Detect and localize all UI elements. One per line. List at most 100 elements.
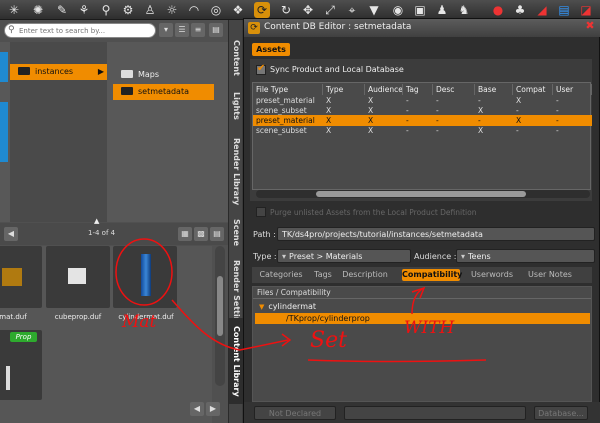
surface-icon[interactable]: ⌖ — [344, 2, 360, 18]
arrow-right-icon: ▶ — [97, 67, 104, 76]
prop-image — [6, 366, 10, 390]
pencil-icon[interactable]: ✎ — [54, 2, 70, 18]
color-icon[interactable]: ◪ — [578, 2, 594, 18]
tree-item-maps[interactable]: Maps — [113, 67, 214, 83]
scale-icon[interactable]: ⤢ — [322, 2, 338, 18]
prev-page-button[interactable]: ◀ — [4, 227, 18, 241]
arc-icon[interactable]: ◠ — [186, 2, 202, 18]
grid-horizontal-scrollbar[interactable] — [256, 190, 590, 198]
joint-icon[interactable]: ⚲ — [98, 2, 114, 18]
camera-icon[interactable]: ◎ — [208, 2, 224, 18]
dialog-title-bar[interactable]: ⟳ Content DB Editor : setmetadata ✖ — [244, 19, 600, 37]
tab-compatibility[interactable]: Compatibility — [402, 269, 462, 281]
view-mode-button[interactable]: ☰ — [175, 23, 189, 37]
sync-label: Sync Product and Local Database — [270, 65, 404, 74]
cylinder-image — [141, 254, 151, 296]
dialog-title: Content DB Editor : setmetadata — [264, 22, 412, 32]
column-header[interactable]: User — [553, 84, 592, 95]
record-icon[interactable]: ● — [490, 2, 506, 18]
scrollbar-knob[interactable] — [217, 276, 223, 336]
column-header[interactable]: Tag — [403, 84, 433, 95]
grid-view-button[interactable]: ▩ — [194, 227, 208, 241]
thumb-prev-button[interactable]: ◀ — [190, 402, 204, 416]
expand-triangle-icon[interactable]: ▼ — [259, 303, 264, 311]
search-options-icon[interactable]: ▾ — [159, 23, 173, 37]
column-header[interactable]: Audience — [365, 84, 403, 95]
path-field[interactable]: TK/ds4pro/projects/tutorial/instances/se… — [277, 227, 595, 241]
audience-dropdown[interactable]: ▾ Teens — [456, 249, 595, 263]
grid-size-button[interactable]: ▦ — [178, 227, 192, 241]
node2-icon[interactable]: ❖ — [230, 2, 246, 18]
thumbnail-cubeprop[interactable] — [46, 246, 110, 308]
rotate2-icon[interactable]: ↻ — [278, 2, 294, 18]
chevron-down-icon: ▾ — [461, 252, 466, 261]
tab-render-library[interactable]: Render Library — [229, 132, 243, 212]
grid-header: File Type Type Audience Tag Desc Base Co… — [253, 84, 592, 95]
search-icon: ⚲ — [8, 25, 15, 35]
sync-checkbox[interactable] — [256, 63, 266, 75]
figure-icon[interactable]: ♙ — [142, 2, 158, 18]
column-header[interactable]: Desc — [433, 84, 475, 95]
chevron-down-icon: ▾ — [282, 252, 287, 261]
cube-image — [2, 268, 22, 286]
selection-marker — [0, 102, 8, 162]
tab-assets[interactable]: Assets — [252, 43, 290, 56]
asset-grid: File Type Type Audience Tag Desc Base Co… — [252, 82, 592, 190]
compat-node-root[interactable]: ▼ cylindermat — [259, 302, 316, 312]
cube-icon[interactable]: ▣ — [412, 2, 428, 18]
tab-userwords[interactable]: Userwords — [466, 269, 518, 281]
table-cell: - — [516, 126, 519, 135]
pose2-icon[interactable]: ♞ — [456, 2, 472, 18]
tab-description[interactable]: Description — [340, 269, 390, 281]
node-icon[interactable]: ⚙ — [120, 2, 136, 18]
light-icon[interactable]: ☼ — [164, 2, 180, 18]
tab-content-library[interactable]: Content Library — [229, 318, 243, 404]
tab-categories[interactable]: Categories — [256, 269, 306, 281]
search-input[interactable] — [19, 25, 153, 36]
menu-button[interactable]: ▤ — [209, 23, 223, 37]
thumbnail-cylindermat[interactable] — [113, 246, 177, 308]
thumb-next-button[interactable]: ▶ — [206, 402, 220, 416]
type-dropdown[interactable]: ▾ Preset > Materials — [277, 249, 411, 263]
column-header[interactable]: Compat — [513, 84, 553, 95]
screen-icon[interactable]: ▤ — [556, 2, 572, 18]
scrollbar-knob[interactable] — [316, 191, 526, 197]
hair-icon[interactable]: ♣ — [512, 2, 528, 18]
rotate-icon[interactable]: ⟳ — [254, 2, 270, 18]
thumbnail-mat[interactable] — [0, 246, 42, 308]
thumbnail-scrollbar[interactable] — [215, 246, 225, 386]
main-toolbar: ✳ ✺ ✎ ⚘ ⚲ ⚙ ♙ ☼ ◠ ◎ ❖ ⟳ ↻ ✥ ⤢ ⌖ ▼ ◉ ▣ ♟ … — [0, 0, 600, 20]
thumb-menu-button[interactable]: ▤ — [210, 227, 224, 241]
tree-item-instances[interactable]: instances ▶ — [10, 64, 107, 80]
column-header[interactable]: Type — [323, 84, 365, 95]
figure2-icon[interactable]: ♟ — [434, 2, 450, 18]
tab-lights[interactable]: Lights — [229, 86, 243, 126]
column-header[interactable]: Base — [475, 84, 513, 95]
asterisk-icon[interactable]: ✳ — [6, 2, 22, 18]
column-header[interactable]: File Type — [253, 84, 323, 95]
tab-content[interactable]: Content — [229, 38, 243, 78]
render-icon[interactable]: ◢ — [534, 2, 550, 18]
fan-icon[interactable]: ✺ — [30, 2, 46, 18]
tab-user-notes[interactable]: User Notes — [524, 269, 576, 281]
close-icon[interactable]: ✖ — [583, 19, 597, 33]
tab-scene[interactable]: Scene — [229, 216, 243, 250]
thumbnail-label: mat.duf — [0, 313, 27, 321]
purge-label: Purge unlisted Assets from the Local Pro… — [270, 208, 477, 217]
declared-field[interactable] — [344, 406, 526, 420]
list-view-button[interactable]: ≡ — [191, 23, 205, 37]
vertical-tab-strip: Content Lights Render Library Scene Rend… — [228, 20, 243, 423]
sphere-icon[interactable]: ◉ — [390, 2, 406, 18]
table-row[interactable]: scene_subset X X - - X - - — [253, 125, 592, 136]
tree-item-setmetadata[interactable]: setmetadata — [113, 84, 214, 100]
tab-tags[interactable]: Tags — [310, 269, 336, 281]
declared-dropdown[interactable]: Not Declared — [254, 406, 336, 420]
move-icon[interactable]: ✥ — [300, 2, 316, 18]
view-icon[interactable]: ▼ — [366, 2, 382, 18]
type-label: Type : — [253, 252, 277, 261]
metadata-subtabs: Categories Tags Description Compatibilit… — [252, 267, 592, 283]
database-button[interactable]: Database... — [534, 406, 588, 420]
pose-icon[interactable]: ⚘ — [76, 2, 92, 18]
splitter-up-icon[interactable]: ▲ — [94, 217, 99, 225]
table-cell: X — [326, 126, 332, 135]
